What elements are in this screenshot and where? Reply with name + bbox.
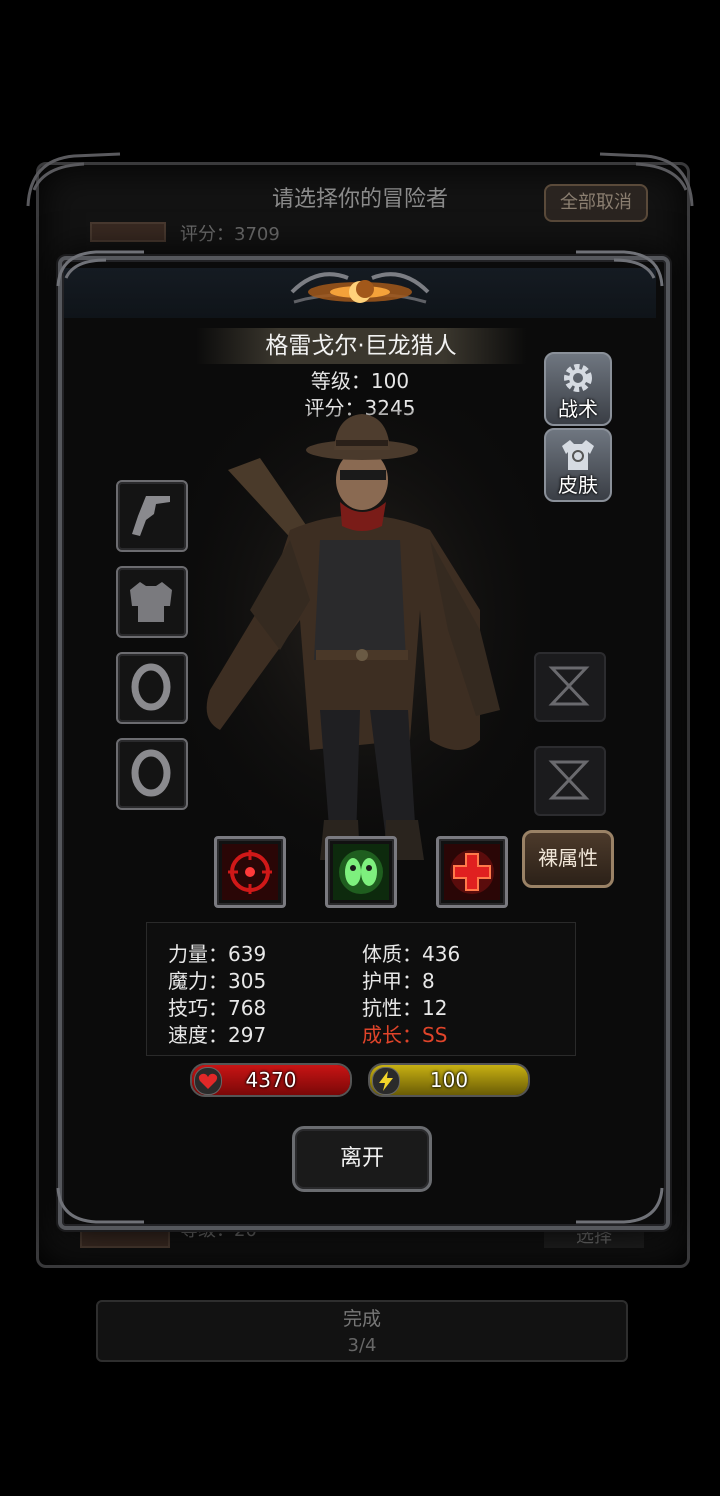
ring-icon [131, 749, 171, 797]
stat-skill: 技巧：768 [168, 996, 267, 1020]
equipment-slot-weapon[interactable] [116, 480, 188, 552]
hero-portrait [180, 410, 540, 870]
hourglass-icon [548, 666, 590, 706]
background-title: 请选择你的冒险者 [271, 187, 448, 212]
skill-slot-2[interactable] [325, 836, 397, 908]
skill-slot-1[interactable] [214, 836, 286, 908]
stat-resistance: 抗性：12 [362, 996, 448, 1020]
heal-skill-icon [444, 844, 500, 900]
energy-value: 100 [429, 1068, 469, 1092]
skin-label: 皮肤 [558, 473, 598, 497]
corner-ornament-icon [56, 1187, 144, 1224]
equipment-slot-ring-1[interactable] [116, 652, 188, 724]
target-skill-icon [222, 844, 278, 900]
stat-strength: 力量：639 [168, 942, 267, 966]
corner-ornament-icon [576, 250, 664, 287]
naked-attributes-button[interactable]: 裸属性 [522, 830, 614, 888]
locked-slot-1[interactable] [534, 652, 606, 722]
locked-slot-2[interactable] [534, 746, 606, 816]
complete-count: 3/4 [347, 1335, 377, 1356]
complete-button[interactable]: 完成 3/4 [96, 1300, 628, 1362]
tactics-label: 战术 [558, 397, 598, 421]
ring-icon [131, 663, 171, 711]
hero-level: 等级：100 [310, 369, 410, 393]
shirt-icon [562, 440, 594, 470]
corner-ornament-icon [576, 1187, 664, 1224]
stat-magic: 魔力：305 [168, 969, 267, 993]
complete-label: 完成 [342, 1308, 381, 1330]
equipment-slot-armor[interactable] [116, 566, 188, 638]
stat-speed: 速度：297 [168, 1023, 267, 1047]
stat-constitution: 体质：436 [362, 942, 461, 966]
hp-value: 4370 [245, 1068, 297, 1092]
stat-armor: 护甲：8 [362, 969, 435, 993]
gear-icon [564, 364, 592, 392]
corner-ornament-icon [599, 152, 694, 207]
background-hero-thumbnail[interactable] [90, 222, 166, 242]
gun-icon [132, 496, 170, 536]
leave-button[interactable]: 离开 [292, 1126, 432, 1192]
hp-bar: 4370 [190, 1063, 352, 1097]
poison-skill-icon [333, 844, 389, 900]
hourglass-icon [548, 760, 590, 800]
tactics-button[interactable]: 战术 [544, 352, 612, 426]
energy-bar: 100 [368, 1063, 530, 1097]
hero-name: 格雷戈尔·巨龙猎人 [196, 328, 526, 364]
corner-ornament-icon [56, 250, 144, 287]
moon-emblem-icon [290, 272, 430, 304]
background-rating-text: 评分：3709 [180, 224, 280, 244]
equipment-slot-ring-2[interactable] [116, 738, 188, 810]
corner-ornament-icon [26, 152, 121, 207]
skin-button[interactable]: 皮肤 [544, 428, 612, 502]
stat-growth: 成长：SS [362, 1023, 448, 1047]
skill-slot-3[interactable] [436, 836, 508, 908]
armor-icon [130, 582, 172, 622]
